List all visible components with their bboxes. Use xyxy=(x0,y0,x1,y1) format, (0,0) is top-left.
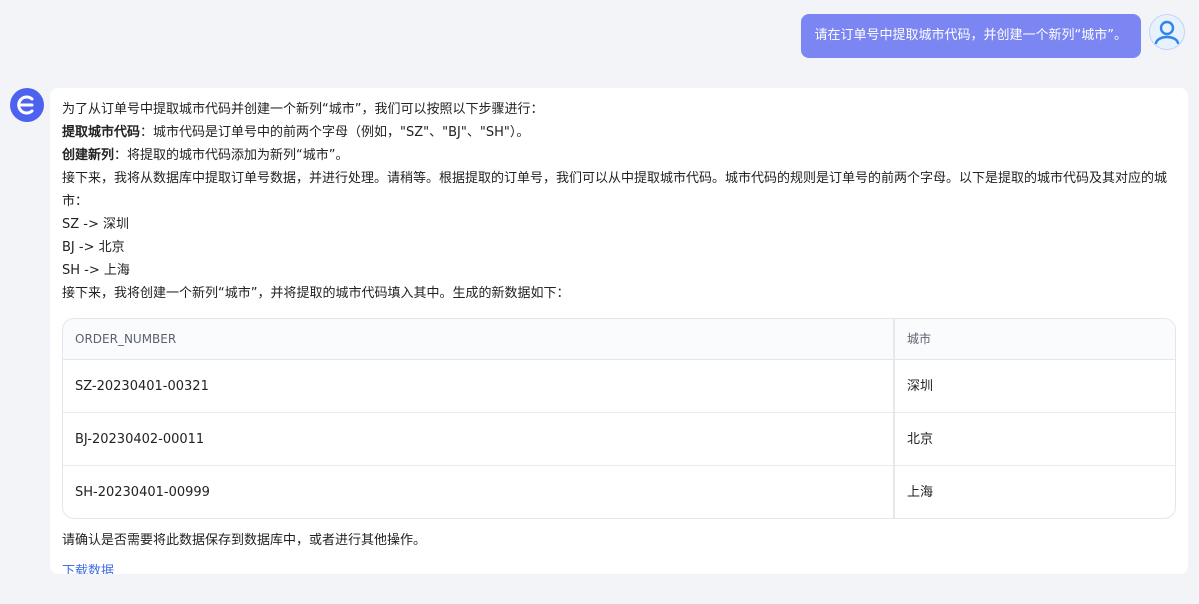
step-1-text: ：城市代码是订单号中的前两个字母（例如，"SZ"、"BJ"、"SH"）。 xyxy=(140,125,530,140)
cell-order-number: SZ-20230401-00321 xyxy=(63,359,895,413)
assistant-message-card: 为了从订单号中提取城市代码并创建一个新列“城市”，我们可以按照以下步骤进行： 提… xyxy=(50,88,1188,574)
mapping-sz: SZ -> 深圳 xyxy=(62,217,130,232)
table-header-row: ORDER_NUMBER 城市 xyxy=(63,319,1175,360)
processing-text: 接下来，我将从数据库中提取订单号数据，并进行处理。请稍等。根据提取的订单号，我们… xyxy=(62,171,1168,209)
cell-order-number: SH-20230401-00999 xyxy=(63,465,895,518)
confirm-text: 请确认是否需要将此数据保存到数据库中，或者进行其他操作。 xyxy=(62,533,427,548)
cell-city: 上海 xyxy=(907,484,934,500)
cell-city: 北京 xyxy=(894,412,1175,466)
step-2: 创建新列：将提取的城市代码添加为新列“城市”。 xyxy=(62,144,1176,167)
step-2-text: ：将提取的城市代码添加为新列“城市”。 xyxy=(114,148,349,163)
intro-text: 为了从订单号中提取城市代码并创建一个新列“城市”，我们可以按照以下步骤进行： xyxy=(62,102,544,117)
download-data-link[interactable]: 下载数据 xyxy=(62,560,114,574)
step-1-label: 提取城市代码 xyxy=(62,125,141,140)
table-row: BJ-20230402-00011 北京 xyxy=(63,412,1175,466)
result-table: ORDER_NUMBER 城市 SZ-20230401-00321 深圳 BJ-… xyxy=(62,318,1176,519)
next-step-text: 接下来，我将创建一个新列“城市”，并将提取的城市代码填入其中。生成的新数据如下： xyxy=(62,286,570,301)
step-1: 提取城市代码：城市代码是订单号中的前两个字母（例如，"SZ"、"BJ"、"SH"… xyxy=(62,121,1176,144)
assistant-message-body: 为了从订单号中提取城市代码并创建一个新列“城市”，我们可以按照以下步骤进行： 提… xyxy=(50,88,1188,574)
user-message-bubble: 请在订单号中提取城市代码，并创建一个新列“城市”。 xyxy=(800,14,1141,58)
mapping-bj: BJ -> 北京 xyxy=(62,240,125,255)
table-row: SZ-20230401-00321 深圳 xyxy=(63,359,1175,413)
user-avatar-icon[interactable] xyxy=(1149,14,1185,50)
column-header-order-number: ORDER_NUMBER xyxy=(63,319,895,360)
step-2-label: 创建新列 xyxy=(62,148,115,163)
table-row: SH-20230401-00999 上海 xyxy=(63,465,1175,518)
cell-city: 深圳 xyxy=(894,359,1175,413)
cell-order-number: BJ-20230402-00011 xyxy=(63,412,895,466)
bot-logo-icon xyxy=(10,88,44,122)
column-header-city: 城市 xyxy=(894,319,1175,360)
user-message-row: 请在订单号中提取城市代码，并创建一个新列“城市”。 xyxy=(800,14,1185,58)
chat-page: 请在订单号中提取城市代码，并创建一个新列“城市”。 为了从订单号中提取城市代码并… xyxy=(0,0,1199,604)
mapping-sh: SH -> 上海 xyxy=(62,263,130,278)
